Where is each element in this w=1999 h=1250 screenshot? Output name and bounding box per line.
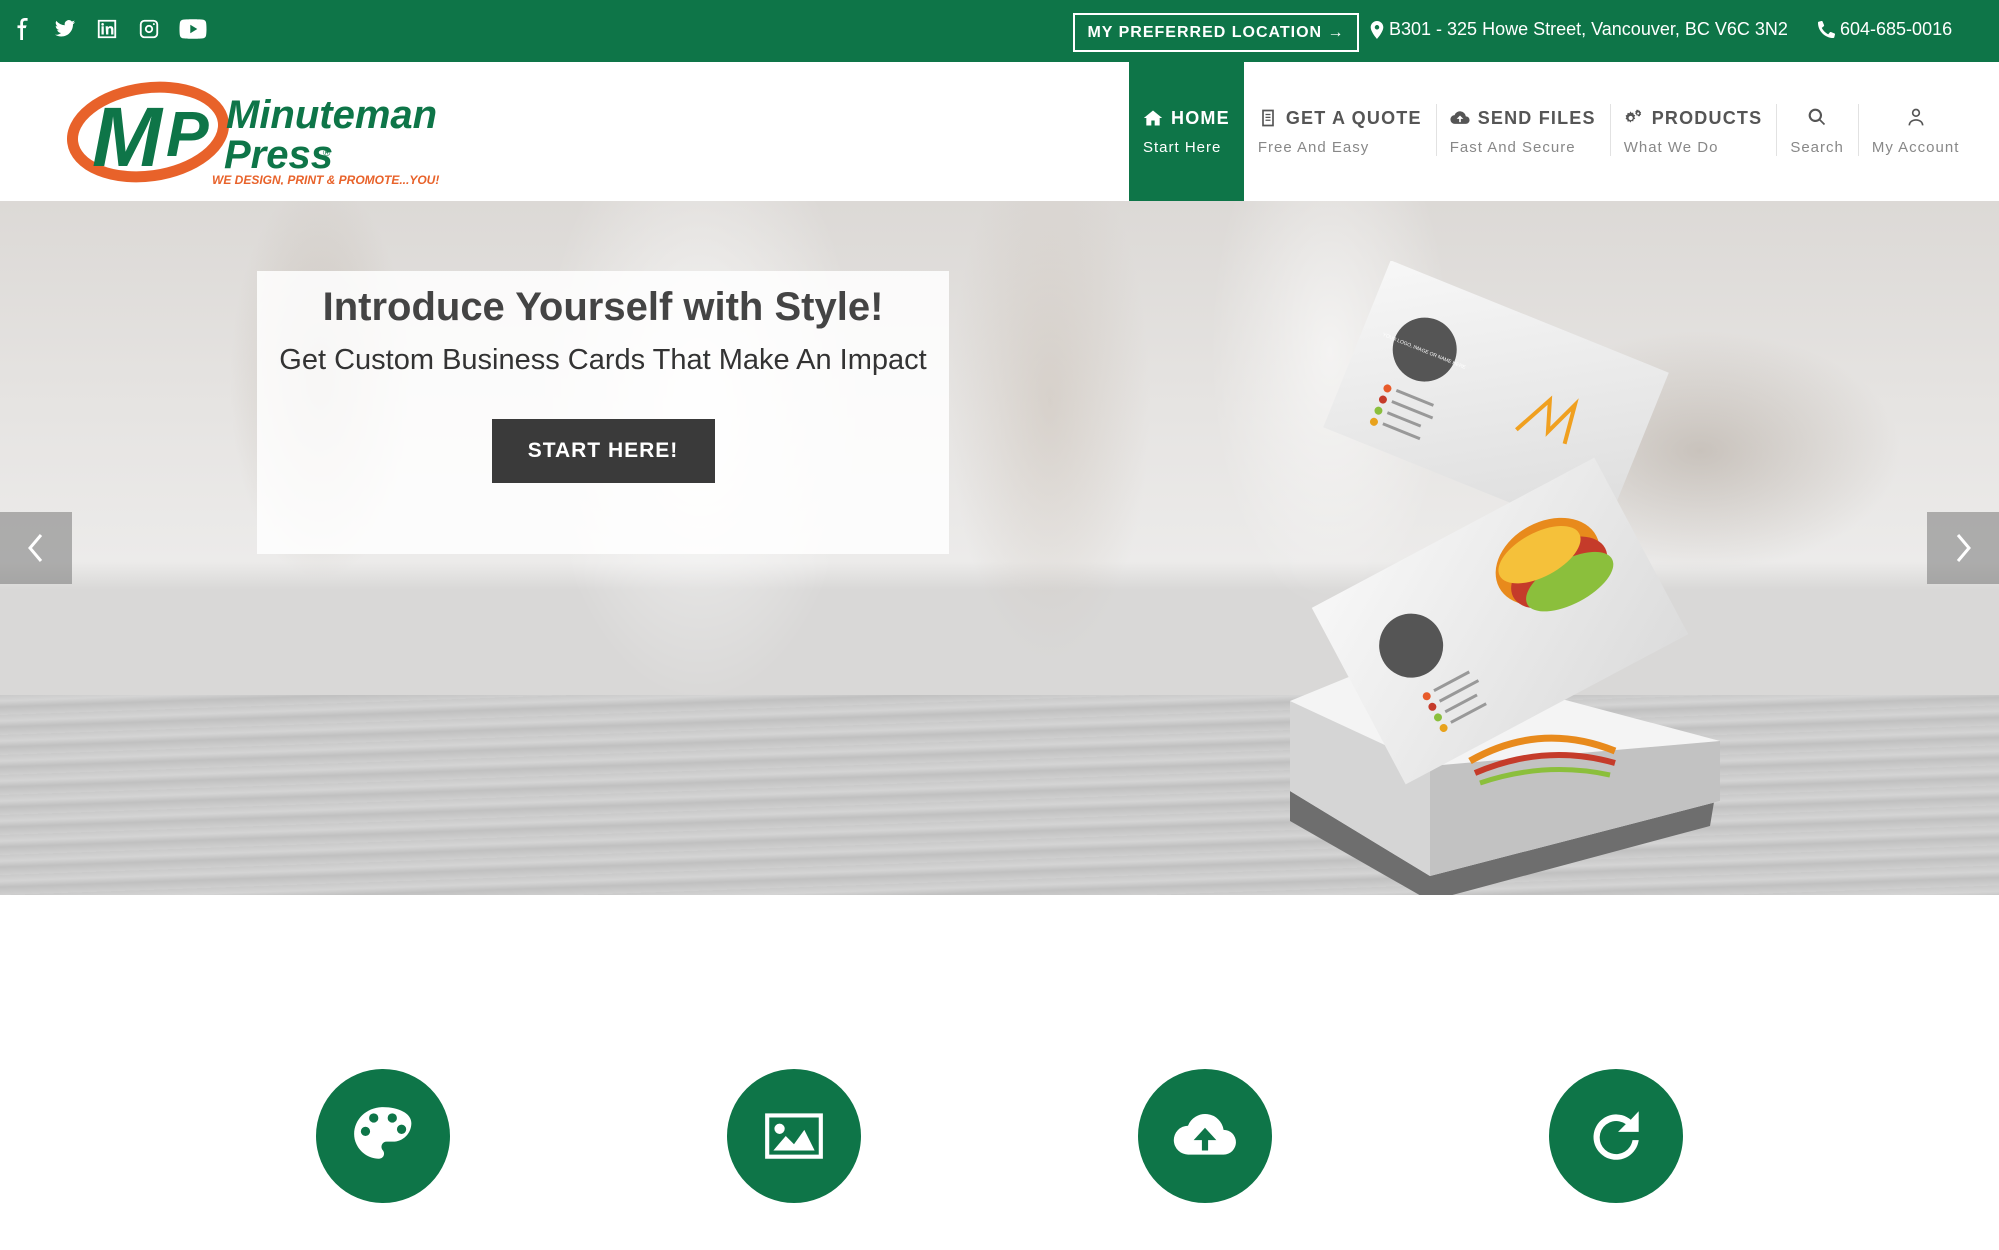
nav-my-account[interactable]: My Account xyxy=(1857,62,1974,201)
facebook-icon[interactable] xyxy=(10,16,36,42)
linkedin-icon[interactable] xyxy=(94,16,120,42)
nav-home-subtitle: Start Here xyxy=(1143,138,1222,156)
hero-promo-box: Introduce Yourself with Style! Get Custo… xyxy=(257,271,949,554)
svg-text:M: M xyxy=(92,90,164,184)
hero-headline: Introduce Yourself with Style! xyxy=(322,285,884,329)
hero-subheadline: Get Custom Business Cards That Make An I… xyxy=(279,344,927,376)
social-links xyxy=(10,16,208,42)
hero-slider: Introduce Yourself with Style! Get Custo… xyxy=(0,201,1999,895)
nav-send-files-title: SEND FILES xyxy=(1477,107,1596,128)
slider-next-button[interactable] xyxy=(1927,512,1999,584)
youtube-icon[interactable] xyxy=(178,16,208,42)
nav-home-title: HOME xyxy=(1171,107,1230,128)
instagram-icon[interactable] xyxy=(136,16,162,42)
preferred-location-button[interactable]: MY PREFERRED LOCATION → xyxy=(1073,13,1359,52)
nav-get-a-quote-title: GET A QUOTE xyxy=(1285,107,1422,128)
top-bar: MY PREFERRED LOCATION → B301 - 325 Howe … xyxy=(0,0,1999,62)
nav-products-subtitle: What We Do xyxy=(1623,138,1719,156)
twitter-icon[interactable] xyxy=(52,16,78,42)
nav-send-files-subtitle: Fast And Secure xyxy=(1449,138,1576,156)
nav-products-title: PRODUCTS xyxy=(1651,107,1763,128)
gears-icon xyxy=(1625,109,1641,123)
business-card-back: YOUR LOGO, IMAGE OR NAME HERE xyxy=(1323,261,1669,540)
svg-text:P: P xyxy=(166,98,209,170)
logo-line2: Press xyxy=(224,133,333,177)
phone-text: 604-685-0016 xyxy=(1840,19,1953,39)
map-marker-icon xyxy=(1370,20,1384,39)
refresh-icon xyxy=(1593,1111,1639,1160)
feature-reorder[interactable] xyxy=(1549,1069,1683,1203)
feature-design[interactable] xyxy=(316,1069,450,1203)
nav-send-files[interactable]: SEND FILES Fast And Secure xyxy=(1435,62,1610,201)
phone-icon xyxy=(1818,21,1835,38)
user-icon xyxy=(1908,108,1924,126)
nav-search[interactable]: Search xyxy=(1776,62,1858,201)
store-address[interactable]: B301 - 325 Howe Street, Vancouver, BC V6… xyxy=(1370,19,1788,40)
address-text: B301 - 325 Howe Street, Vancouver, BC V6… xyxy=(1389,19,1788,39)
feature-image[interactable] xyxy=(727,1069,861,1203)
minuteman-press-logo[interactable]: M P Minuteman Press ® WE DESIGN, PRINT &… xyxy=(66,80,446,187)
document-icon xyxy=(1261,109,1274,127)
business-cards-image: YOUR LOGO, IMAGE OR NAME HERE xyxy=(1290,261,1720,895)
chevron-left-icon xyxy=(28,534,43,562)
nav-search-label: Search xyxy=(1790,139,1844,156)
chevron-right-icon xyxy=(1956,534,1971,562)
slider-prev-button[interactable] xyxy=(0,512,72,584)
cloud-upload-icon xyxy=(1173,1114,1236,1155)
image-icon xyxy=(765,1113,823,1159)
cloud-upload-icon xyxy=(1450,111,1470,124)
start-here-button[interactable]: START HERE! xyxy=(491,419,715,483)
nav-get-a-quote-subtitle: Free And Easy xyxy=(1257,138,1370,156)
store-phone[interactable]: 604-685-0016 xyxy=(1818,19,1952,40)
feature-upload[interactable] xyxy=(1138,1069,1272,1203)
nav-get-a-quote[interactable]: GET A QUOTE Free And Easy xyxy=(1244,62,1436,201)
main-nav: HOME Start Here GET A QUOTE Free And Eas… xyxy=(1129,62,1973,201)
search-icon xyxy=(1808,108,1826,126)
nav-home[interactable]: HOME Start Here xyxy=(1129,62,1244,201)
logo-line1: Minuteman xyxy=(226,93,437,137)
nav-my-account-label: My Account xyxy=(1871,139,1960,156)
palette-icon xyxy=(354,1107,412,1159)
site-header: M P Minuteman Press ® WE DESIGN, PRINT &… xyxy=(0,62,1999,201)
home-icon xyxy=(1143,110,1163,126)
logo-tagline: WE DESIGN, PRINT & PROMOTE...YOU! xyxy=(212,173,439,185)
svg-text:®: ® xyxy=(323,148,331,159)
nav-products[interactable]: PRODUCTS What We Do xyxy=(1609,62,1777,201)
